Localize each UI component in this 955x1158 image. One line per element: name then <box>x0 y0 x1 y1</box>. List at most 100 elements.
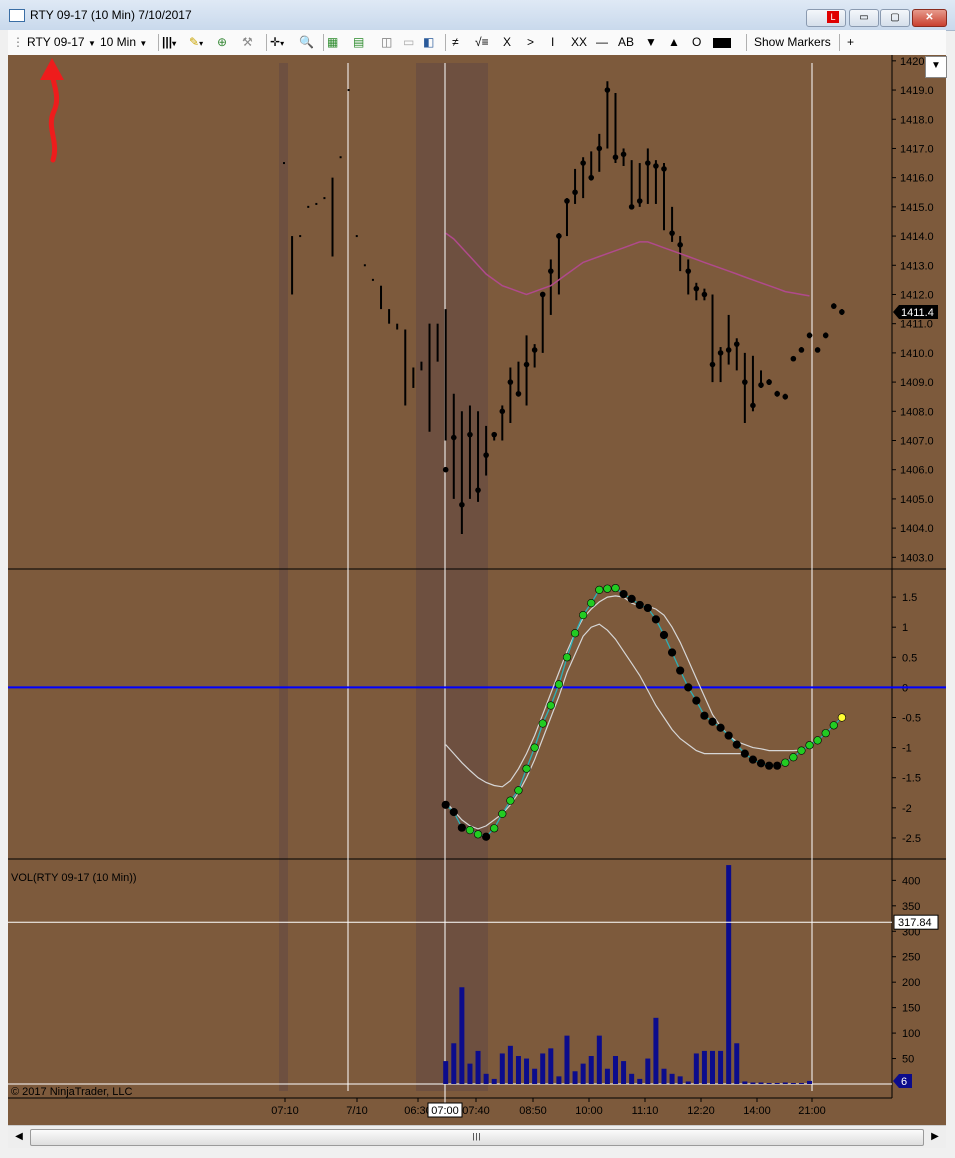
draw-tool-sqrt[interactable]: √≡ <box>475 34 489 51</box>
draw-pencil-icon[interactable]: ✎▾ <box>189 34 203 51</box>
oscillator-dot <box>506 796 515 805</box>
time-axis-label: 07:10 <box>271 1105 299 1117</box>
volume-bar <box>532 1068 538 1084</box>
draw-tool-ellipse[interactable]: O <box>692 34 701 51</box>
volume-bar <box>734 1043 740 1084</box>
interval-selector[interactable]: 10 Min ▼ <box>100 34 147 51</box>
oscillator-dot <box>700 711 709 720</box>
volume-bar <box>475 1050 481 1084</box>
draw-tool-xx[interactable]: XX <box>571 34 587 51</box>
price-close-dot <box>669 230 675 236</box>
zoom-icon[interactable]: 🔍 <box>299 34 314 51</box>
volume-bar <box>491 1078 497 1084</box>
price-close-dot <box>515 390 522 397</box>
price-tick-mark <box>363 264 366 267</box>
close-button[interactable]: ✕ <box>912 9 947 27</box>
link-button[interactable]: L <box>806 9 846 27</box>
panel-dropdown-icon[interactable]: ▼ <box>925 56 947 78</box>
price-close-dot <box>459 501 465 508</box>
draw-tool-down-arrow[interactable]: ▼ <box>645 34 657 51</box>
oscillator-dot <box>473 830 483 839</box>
bar-style-icon[interactable]: |||▾ <box>162 34 176 51</box>
price-tick-mark <box>299 235 302 238</box>
oscillator-dot <box>579 611 588 620</box>
volume-bar <box>645 1058 651 1084</box>
copyright-label: © 2017 NinjaTrader, LLC <box>11 1086 132 1098</box>
last-price-label: 1411.4 <box>901 307 934 319</box>
scroll-thumb[interactable]: ||| <box>30 1129 924 1146</box>
price-close-dot <box>499 408 506 415</box>
price-close-dot <box>766 379 772 385</box>
color-swatch-icon[interactable] <box>713 38 731 48</box>
draw-tool-up-arrow[interactable]: ▲ <box>668 34 680 51</box>
price-axis-label: 1409.0 <box>900 377 934 389</box>
price-close-dot <box>580 160 586 166</box>
oscillator-dot <box>635 600 644 610</box>
chart-trader-icon[interactable]: ▦ <box>327 34 338 51</box>
price-close-dot <box>588 174 595 181</box>
volume-bar <box>726 865 732 1084</box>
volume-bar <box>669 1073 675 1084</box>
instrument-selector[interactable]: RTY 09-17 ▼ <box>27 34 96 51</box>
time-axis-label: 7/10 <box>346 1105 367 1117</box>
volume-bar <box>677 1076 683 1084</box>
session-open-shade <box>416 63 488 1091</box>
properties-icon[interactable]: ▭ <box>403 34 414 51</box>
volume-axis-label: 150 <box>902 1003 920 1015</box>
show-markers-button[interactable]: Show Markers <box>754 34 831 51</box>
window-frame-right <box>946 55 955 1158</box>
draw-tool-x[interactable]: X <box>503 34 511 51</box>
price-close-dot <box>774 390 780 397</box>
horizontal-scrollbar[interactable]: ◀ ||| ▶ <box>8 1125 946 1148</box>
volume-bar <box>572 1071 578 1084</box>
oscillator-dot <box>805 741 814 750</box>
price-close-dot <box>693 285 700 292</box>
draw-tool-text[interactable]: AB <box>618 34 634 51</box>
price-close-dot <box>564 198 570 204</box>
draw-tool-not-equal[interactable]: ≠ <box>452 34 459 51</box>
templates-icon[interactable]: ◫ <box>381 34 392 51</box>
price-close-dot <box>507 379 514 385</box>
oscillator-dot <box>441 800 450 809</box>
price-tick-mark <box>307 205 310 208</box>
title-bar: RTY 09-17 (10 Min) 7/10/2017 L ▭ ▢ ✕ <box>0 0 955 31</box>
price-close-dot <box>742 379 748 385</box>
data-box-icon[interactable]: ▤ <box>353 34 364 51</box>
price-close-dot <box>782 393 789 400</box>
oscillator-dot <box>457 823 466 832</box>
scroll-left-icon[interactable]: ◀ <box>12 1129 26 1144</box>
oscillator-dot <box>449 807 458 817</box>
draw-tool-horizontal[interactable]: — <box>596 34 608 51</box>
volume-bar <box>604 1068 610 1084</box>
price-axis-label: 1420 <box>900 56 924 68</box>
add-tab-button[interactable]: + <box>847 34 854 51</box>
time-axis-label: 07:40 <box>462 1105 490 1117</box>
scroll-right-icon[interactable]: ▶ <box>928 1129 942 1144</box>
volume-bar <box>742 1081 748 1084</box>
minimize-button[interactable]: ▭ <box>849 9 879 27</box>
price-axis-label: 1413.0 <box>900 260 934 272</box>
volume-bar <box>661 1068 667 1084</box>
maximize-button[interactable]: ▢ <box>880 9 910 27</box>
oscillator-dot <box>676 666 685 675</box>
oscillator-dot <box>651 615 661 624</box>
panel-icon[interactable]: ◧ <box>423 34 434 51</box>
osc-axis-label: -2 <box>902 803 912 815</box>
draw-tool-vertical[interactable]: I <box>551 34 554 51</box>
oscillator-dot <box>490 824 499 833</box>
chart-area[interactable]: 1420 1419.0 1418.0 1417.0 1416.0 1415.0 1414.0… <box>8 55 946 1125</box>
oscillator-dot <box>659 630 669 640</box>
volume-axis-label: 50 <box>902 1054 914 1066</box>
oscillator-dot <box>764 761 774 770</box>
oscillator-dot <box>627 594 636 604</box>
draw-tool-ray[interactable]: > <box>527 34 534 51</box>
indicator-icon[interactable]: ⊕ <box>217 34 227 51</box>
oscillator-dot <box>546 701 555 710</box>
time-axis-label: 14:00 <box>743 1105 771 1117</box>
strategy-icon[interactable]: ⚒ <box>242 34 253 51</box>
oscillator-dot <box>732 740 741 749</box>
crosshair-icon[interactable]: ✛▾ <box>270 34 284 51</box>
window-title: RTY 09-17 (10 Min) 7/10/2017 <box>30 8 192 22</box>
oscillator-dot <box>684 683 693 692</box>
price-close-dot <box>491 431 498 438</box>
